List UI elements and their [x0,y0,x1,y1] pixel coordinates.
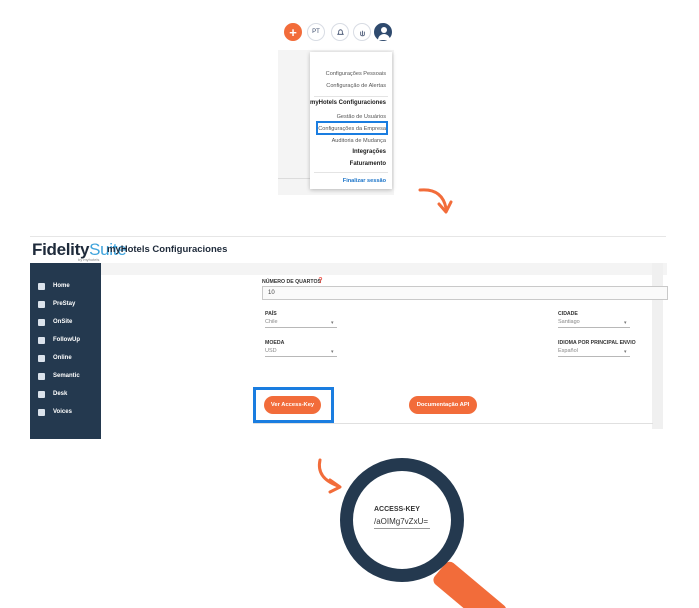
country-select[interactable]: Chile [265,319,278,325]
sidebar-item-label: Desk [53,391,68,397]
sidebar-item-label: Online [53,355,72,361]
menu-item-integrations[interactable]: Integrações [352,149,386,155]
sidebar-item-semantic[interactable]: Semantic [38,370,80,382]
add-label: + [289,24,297,40]
rooms-label: NÚMERO DE QUARTOS [262,279,321,285]
sidebar-item-voices[interactable]: Voices [38,406,72,418]
brand-sub: by myhotels [78,257,100,262]
user-avatar-icon[interactable] [374,23,392,41]
menu-item-change-audit[interactable]: Auditoria de Mudança [332,138,386,144]
rooms-input[interactable]: 10 [262,286,668,300]
home-icon [38,282,45,290]
content-header-strip [101,263,667,275]
sidebar-item-label: Home [53,283,70,289]
bag-icon [38,300,45,308]
sidebar-item-label: Voices [53,409,72,415]
sidebar: Home PreStay OnSite FollowUp Online Sema… [30,263,101,439]
menu-item-alert-settings[interactable]: Configuração de Alertas [326,83,386,89]
hand-icon[interactable] [353,23,371,41]
language-button[interactable]: PT [307,23,325,41]
laptop-icon [38,354,45,362]
language-send-label: IDIOMA POR PRINCIPAL ENVIO [558,340,636,346]
top-icon-bar: + PT [278,14,394,50]
chevron-down-icon: ▾ [624,349,627,355]
api-docs-button[interactable]: Documentação API [409,396,477,414]
divider [278,178,310,179]
sidebar-item-prestay[interactable]: PreStay [38,298,75,310]
menu-item-user-management[interactable]: Gestão de Usuários [337,114,386,120]
menu-section-myhotels: myHotels Configuraciones [309,100,386,106]
sidebar-item-label: OnSite [53,319,73,325]
sidebar-item-label: Semantic [53,373,80,379]
menu-item-logout[interactable]: Finalizar sessão [343,178,386,184]
access-key-underline [374,528,430,529]
currency-label: MOEDA [265,340,285,346]
language-label: PT [312,29,320,35]
language-select-underline [558,356,630,357]
desk-icon [38,390,45,398]
sidebar-item-label: PreStay [53,301,76,307]
followup-icon [38,336,45,344]
bell-icon[interactable] [331,23,349,41]
access-key-label: ACCESS-KEY [374,506,420,513]
page-title: myHotels Configuraciones [107,244,228,255]
form-divider [253,423,653,424]
city-select[interactable]: Santiago [558,319,580,325]
add-button[interactable]: + [284,23,302,41]
country-label: PAÍS [265,311,277,317]
chat-icon [38,372,45,380]
menu-item-personal-settings[interactable]: Configurações Pessoais [326,71,386,77]
bed-icon [38,318,45,326]
menu-item-billing[interactable]: Faturamento [350,161,386,167]
sidebar-item-label: FollowUp [53,337,80,343]
chevron-down-icon: ▾ [331,320,334,326]
currency-select[interactable]: USD [265,348,277,354]
chevron-down-icon: ▾ [331,349,334,355]
city-label: CIDADE [558,311,578,317]
info-icon: ❓ [317,278,324,284]
country-select-underline [265,327,337,328]
sidebar-item-online[interactable]: Online [38,352,72,364]
sidebar-item-followup[interactable]: FollowUp [38,334,80,346]
language-select[interactable]: Español [558,348,578,354]
sidebar-item-onsite[interactable]: OnSite [38,316,72,328]
microphone-icon [38,408,45,416]
currency-select-underline [265,356,337,357]
orange-arrow-icon [418,188,453,214]
orange-arrow-icon [317,458,342,494]
app-top-border [30,236,666,237]
highlight-access-key-button [253,387,334,423]
menu-divider [314,172,388,173]
sidebar-item-home[interactable]: Home [38,280,70,292]
city-select-underline [558,327,630,328]
sidebar-item-desk[interactable]: Desk [38,388,67,400]
access-key-value: /aOIMg7vZxU= [374,517,429,526]
chevron-down-icon: ▾ [624,320,627,326]
highlight-company-settings [316,121,388,135]
menu-divider [314,96,388,97]
